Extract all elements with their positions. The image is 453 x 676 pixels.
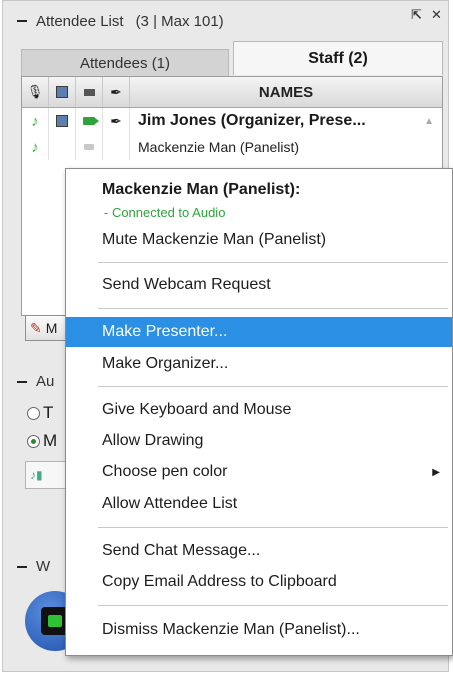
audio-section-header[interactable]: Au <box>11 373 54 390</box>
submenu-arrow-icon: ▶ <box>432 466 440 478</box>
radio-label: T <box>43 403 54 422</box>
screen-icon[interactable] <box>49 77 76 107</box>
menu-separator <box>98 527 448 528</box>
attendee-name: Mackenzie Man (Panelist) <box>138 139 300 155</box>
scroll-up-icon[interactable]: ▲ <box>424 116 434 127</box>
panel-title: Attendee List <box>36 12 124 30</box>
screen-share-icon <box>49 108 76 134</box>
menu-item-allow-drawing[interactable]: Allow Drawing <box>66 426 452 456</box>
radio-selected-icon <box>27 434 40 448</box>
menu-item-label: Dismiss Mackenzie Man (Panelist)... <box>102 621 360 638</box>
tab-staff[interactable]: Staff (2) <box>233 41 443 75</box>
list-header: 🎙︎ ✒ NAMES <box>22 77 442 108</box>
radio-unselected-icon <box>27 406 40 420</box>
menu-item-choose-pen-color[interactable]: Choose pen color ▶ <box>66 457 452 487</box>
attendee-list-header: Attendee List (3 | Max 101) <box>11 8 445 34</box>
menu-separator <box>98 308 448 309</box>
menu-item-label: Mute Mackenzie Man (Panelist) <box>102 231 327 248</box>
menu-item-label: Send Webcam Request <box>102 276 271 293</box>
collapse-icon[interactable] <box>17 380 27 383</box>
menu-item-make-organizer[interactable]: Make Organizer... <box>66 349 452 379</box>
list-row[interactable]: ♪ ✒ Jim Jones (Organizer, Prese... ▲ <box>22 108 442 134</box>
audio-section-title: Au <box>36 373 55 390</box>
menu-item-dismiss[interactable]: Dismiss Mackenzie Man (Panelist)... <box>66 615 452 645</box>
webcam-icon[interactable] <box>76 77 103 107</box>
menu-separator <box>98 262 448 263</box>
pen-icon: ✒ <box>103 108 130 134</box>
webcam-section-title: W <box>36 558 51 575</box>
popout-icon[interactable]: ⇱ <box>411 7 422 23</box>
menu-item-label: Copy Email Address to Clipboard <box>102 573 337 590</box>
menu-item-label: Send Chat Message... <box>102 542 261 559</box>
collapse-icon[interactable] <box>17 565 27 568</box>
menu-item-label: Allow Attendee List <box>102 495 238 512</box>
menu-item-mute[interactable]: Mute Mackenzie Man (Panelist) <box>66 225 452 255</box>
list-row[interactable]: ♪ Mackenzie Man (Panelist) <box>22 134 442 160</box>
tab-staff-label: Staff (2) <box>308 49 368 67</box>
menu-item-send-chat-message[interactable]: Send Chat Message... <box>66 536 452 566</box>
menu-item-label: Allow Drawing <box>102 432 204 449</box>
drawing-button-label: M <box>45 320 58 336</box>
pen-off-cell <box>103 134 130 160</box>
audio-radio-telephone[interactable]: T <box>27 403 53 423</box>
tab-attendees-label: Attendees (1) <box>79 55 171 72</box>
webcam-off-icon <box>76 134 103 160</box>
audio-status: - Connected to Audio <box>104 205 226 220</box>
menu-item-label: Make Presenter... <box>102 323 228 340</box>
menu-item-copy-email[interactable]: Copy Email Address to Clipboard <box>66 567 452 597</box>
tab-attendees[interactable]: Attendees (1) <box>21 49 229 77</box>
mic-icon[interactable]: 🎙︎ <box>22 77 49 107</box>
menu-item-label: Make Organizer... <box>102 355 229 372</box>
collapse-icon[interactable] <box>17 20 27 22</box>
menu-item-give-keyboard-mouse[interactable]: Give Keyboard and Mouse <box>66 395 452 425</box>
mic-on-icon: ♪ <box>22 108 49 134</box>
webcam-section-header[interactable]: W <box>11 558 50 575</box>
menu-item-send-webcam-request[interactable]: Send Webcam Request <box>66 270 452 300</box>
menu-title: Mackenzie Man (Panelist): <box>102 181 301 198</box>
menu-item-label: Give Keyboard and Mouse <box>102 401 292 418</box>
attendee-count: (3 | Max 101) <box>135 12 224 30</box>
pen-icon[interactable]: ✒ <box>103 77 130 107</box>
mic-on-icon: ♪ <box>22 134 49 160</box>
radio-label: M <box>43 431 58 450</box>
attendee-context-menu: Mackenzie Man (Panelist): - Connected to… <box>65 168 453 656</box>
names-column-header[interactable]: NAMES <box>130 84 442 101</box>
screen-off-cell <box>49 134 76 160</box>
menu-item-allow-attendee-list[interactable]: Allow Attendee List <box>66 489 452 519</box>
webcam-on-icon <box>76 108 103 134</box>
audio-level-meter: ♪▮ <box>25 461 69 489</box>
menu-item-make-presenter[interactable]: Make Presenter... <box>66 317 452 347</box>
audio-radio-mic[interactable]: M <box>27 431 57 451</box>
pen-red-icon: ✎ <box>30 319 42 336</box>
attendee-name: Jim Jones (Organizer, Prese... <box>138 112 366 129</box>
mic-level-icon: ♪▮ <box>30 468 43 482</box>
menu-item-label: Choose pen color <box>102 463 228 480</box>
close-icon[interactable]: ✕ <box>431 7 442 23</box>
menu-separator <box>98 386 448 387</box>
menu-separator <box>98 605 448 606</box>
